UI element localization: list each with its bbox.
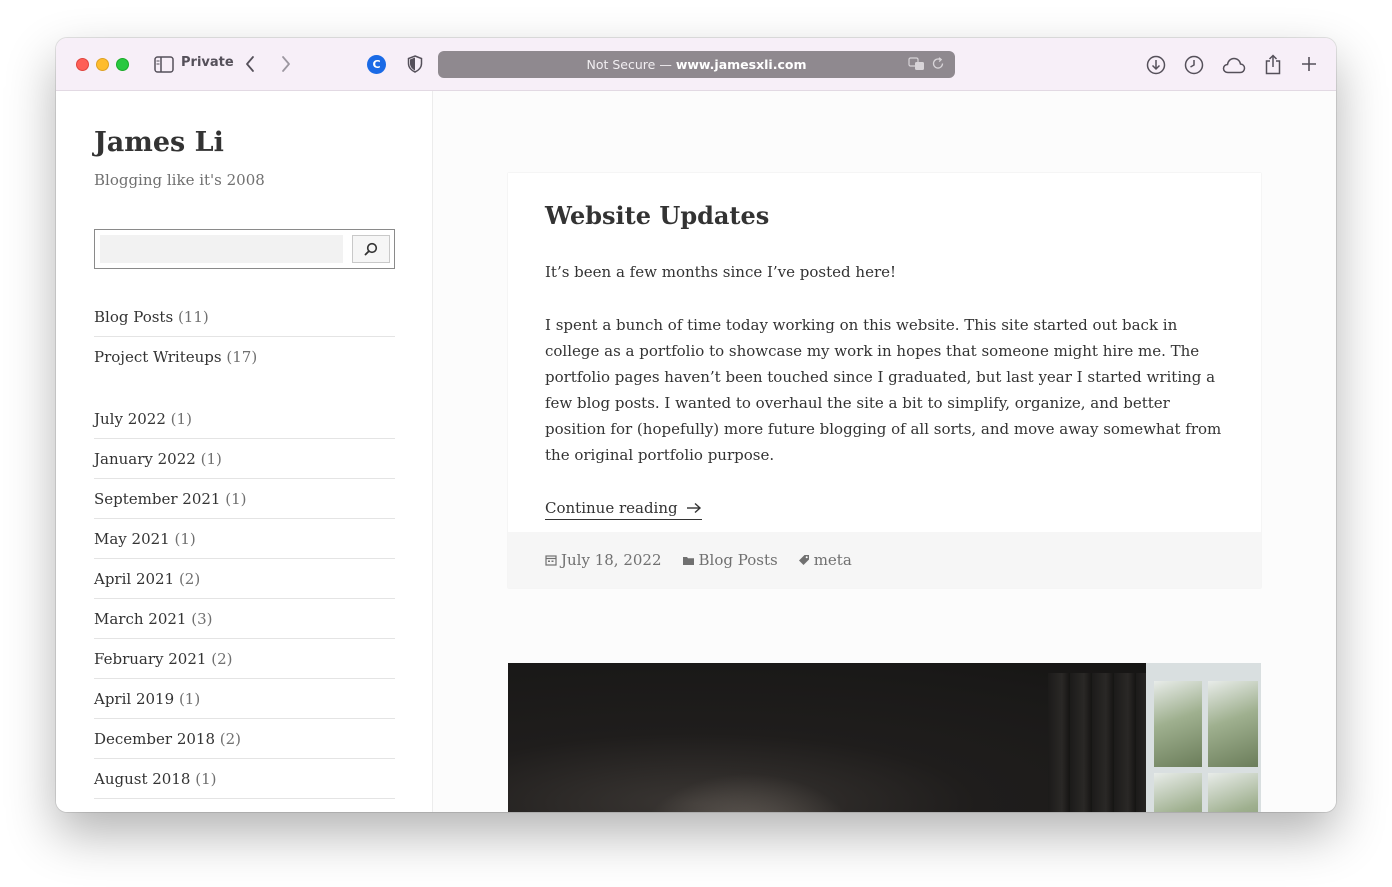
post-tag-link[interactable]: meta bbox=[814, 551, 852, 569]
post-content: It’s been a few months since I’ve posted… bbox=[545, 259, 1225, 521]
post-category-link[interactable]: Blog Posts bbox=[699, 551, 778, 569]
address-domain: www.jamesxli.com bbox=[675, 57, 807, 72]
icloud-icon[interactable] bbox=[1221, 54, 1247, 76]
share-icon[interactable] bbox=[1263, 52, 1283, 76]
category-count: (17) bbox=[226, 348, 258, 366]
archive-count: (1) bbox=[170, 410, 192, 428]
archive-label[interactable]: February 2021 bbox=[94, 650, 206, 668]
continue-reading-link[interactable]: Continue reading bbox=[545, 499, 703, 520]
lamp-glow bbox=[638, 773, 858, 812]
archive-item[interactable]: May 2021 (1) bbox=[94, 519, 395, 559]
continue-reading-label: Continue reading bbox=[545, 499, 678, 517]
archive-label[interactable]: December 2018 bbox=[94, 730, 215, 748]
history-icon[interactable] bbox=[1183, 54, 1205, 76]
translate-icon[interactable] bbox=[908, 57, 926, 74]
archive-label[interactable]: August 2018 bbox=[94, 770, 190, 788]
reload-icon[interactable] bbox=[932, 57, 945, 74]
archive-count: (1) bbox=[178, 690, 201, 708]
archive-count: (1) bbox=[225, 490, 247, 508]
category-label[interactable]: Blog Posts bbox=[94, 308, 173, 326]
archive-item[interactable]: July 2022 (1) bbox=[94, 399, 395, 439]
minimize-window-button[interactable] bbox=[96, 58, 109, 71]
archive-count: (1) bbox=[174, 530, 196, 548]
new-tab-icon[interactable] bbox=[1299, 54, 1319, 74]
archive-label[interactable]: January 2022 bbox=[94, 450, 196, 468]
site-title[interactable]: James Li bbox=[94, 127, 224, 158]
archive-label[interactable]: May 2021 bbox=[94, 530, 170, 548]
category-item[interactable]: Blog Posts (11) bbox=[94, 297, 395, 337]
post-date: July 18, 2022 bbox=[545, 551, 662, 569]
browser-window: Private C Not Secure — www.jamesxli.com bbox=[56, 38, 1336, 812]
category-label[interactable]: Project Writeups bbox=[94, 348, 222, 366]
tag-icon bbox=[798, 554, 810, 566]
curtain bbox=[1048, 673, 1158, 812]
browser-toolbar: Private C Not Secure — www.jamesxli.com bbox=[56, 38, 1336, 91]
back-icon[interactable] bbox=[240, 54, 260, 74]
category-item[interactable]: Project Writeups (17) bbox=[94, 337, 395, 377]
close-window-button[interactable] bbox=[76, 58, 89, 71]
post-category: Blog Posts bbox=[682, 551, 778, 569]
archive-label[interactable]: March 2021 bbox=[94, 610, 186, 628]
archive-count: (2) bbox=[211, 650, 233, 668]
categories-list: Blog Posts (11) Project Writeups (17) bbox=[94, 297, 395, 377]
calendar-icon bbox=[545, 554, 557, 566]
archive-item[interactable]: August 2018 (1) bbox=[94, 759, 395, 799]
zoom-window-button[interactable] bbox=[116, 58, 129, 71]
archive-count: (1) bbox=[195, 770, 217, 788]
archive-label[interactable]: July 2022 bbox=[94, 410, 166, 428]
privacy-shield-icon[interactable] bbox=[405, 54, 425, 74]
archive-item[interactable]: September 2021 (1) bbox=[94, 479, 395, 519]
folder-icon bbox=[682, 555, 695, 566]
post-paragraph: I spent a bunch of time today working on… bbox=[545, 316, 1222, 464]
archive-count: (3) bbox=[191, 610, 213, 628]
downloads-icon[interactable] bbox=[1145, 54, 1167, 76]
featured-image[interactable] bbox=[508, 663, 1261, 812]
search-input[interactable] bbox=[100, 235, 343, 263]
archive-count: (1) bbox=[200, 450, 222, 468]
category-count: (11) bbox=[177, 308, 209, 326]
sidebar-toggle-icon[interactable] bbox=[153, 54, 175, 74]
archive-label[interactable]: September 2021 bbox=[94, 490, 220, 508]
extension-c-icon[interactable]: C bbox=[367, 55, 386, 74]
post-tag: meta bbox=[798, 551, 852, 569]
window-frame bbox=[1146, 663, 1261, 812]
archive-item[interactable]: February 2021 (2) bbox=[94, 639, 395, 679]
address-bar[interactable]: Not Secure — www.jamesxli.com bbox=[438, 51, 955, 78]
post-meta: July 18, 2022 Blog Posts meta bbox=[508, 532, 1261, 588]
archive-count: (2) bbox=[219, 730, 242, 748]
post-article: Website Updates It’s been a few months s… bbox=[508, 173, 1261, 588]
archive-label[interactable]: April 2019 bbox=[94, 690, 174, 708]
archive-item[interactable]: April 2021 (2) bbox=[94, 559, 395, 599]
post-paragraph: It’s been a few months since I’ve posted… bbox=[545, 263, 897, 281]
archive-item[interactable]: December 2018 (2) bbox=[94, 719, 395, 759]
archive-item[interactable]: April 2019 (1) bbox=[94, 679, 395, 719]
arrow-right-icon bbox=[687, 502, 702, 514]
search-form bbox=[94, 229, 395, 269]
archive-item[interactable]: March 2021 (3) bbox=[94, 599, 395, 639]
site-description: Blogging like it's 2008 bbox=[94, 171, 265, 189]
page-content: James Li Blogging like it's 2008 Blog Po… bbox=[56, 91, 1336, 812]
archive-count: (2) bbox=[178, 570, 201, 588]
search-button[interactable] bbox=[352, 235, 390, 263]
sidebar: James Li Blogging like it's 2008 Blog Po… bbox=[56, 91, 433, 812]
archive-label[interactable]: April 2021 bbox=[94, 570, 174, 588]
archives-list: July 2022 (1) January 2022 (1) September… bbox=[94, 399, 395, 799]
post-date-link[interactable]: July 18, 2022 bbox=[561, 551, 662, 569]
post-title[interactable]: Website Updates bbox=[545, 201, 769, 230]
private-label: Private bbox=[181, 55, 234, 70]
archive-item[interactable]: January 2022 (1) bbox=[94, 439, 395, 479]
search-icon bbox=[364, 242, 378, 256]
address-prefix: Not Secure — bbox=[586, 57, 672, 72]
forward-icon[interactable] bbox=[276, 54, 296, 74]
